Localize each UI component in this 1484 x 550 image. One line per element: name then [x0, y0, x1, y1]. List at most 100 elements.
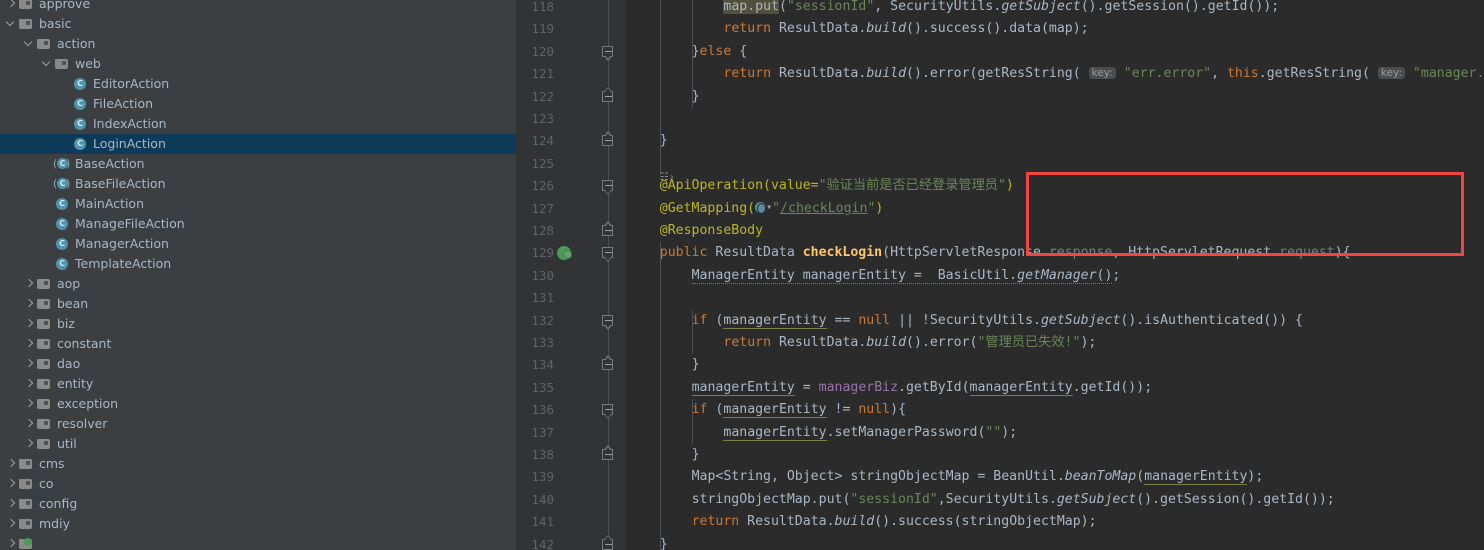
- chevron-right-icon[interactable]: [4, 514, 18, 534]
- code-fold-toggle[interactable]: [602, 247, 615, 260]
- ide-window: approvebasicactionwebEditorActionFileAct…: [0, 0, 1484, 550]
- tree-item-co[interactable]: co: [0, 474, 516, 494]
- run-method-gutter-icon[interactable]: [556, 242, 572, 264]
- chevron-right-icon[interactable]: [4, 0, 18, 14]
- chevron-right-icon[interactable]: [4, 474, 18, 494]
- tree-item-util[interactable]: util: [0, 434, 516, 454]
- line-number: 137: [516, 422, 554, 444]
- tree-item-entity[interactable]: entity: [0, 374, 516, 394]
- tree-item-manageraction[interactable]: ManagerAction: [0, 234, 516, 254]
- chevron-right-icon[interactable]: [22, 434, 36, 454]
- abstract-paren-left: (: [53, 157, 57, 170]
- code-fold-toggle[interactable]: [602, 46, 615, 59]
- editor-gutter[interactable]: 1181191201211221231241251261271281291301…: [516, 0, 626, 550]
- chevron-down-icon[interactable]: [22, 34, 36, 54]
- tree-arrow-spacer: [58, 94, 72, 114]
- tree-item-label: bean: [57, 294, 88, 314]
- code-line-137: managerEntity.setManagerPassword("");: [723, 422, 1017, 444]
- java-class-icon: [54, 234, 70, 254]
- tree-item-templateaction[interactable]: TemplateAction: [0, 254, 516, 274]
- tree-item-aop[interactable]: aop: [0, 274, 516, 294]
- tree-arrow-spacer: [40, 174, 54, 194]
- folder-icon: [18, 474, 34, 494]
- code-fold-toggle[interactable]: [602, 91, 615, 104]
- code-line-126-apioperation: @ApiOperation(value="验证当前是否已经登录管理员"): [660, 175, 1014, 197]
- chevron-down-icon[interactable]: [40, 54, 54, 74]
- code-fold-toggle[interactable]: [602, 315, 615, 328]
- folder-icon: [18, 454, 34, 474]
- tree-item-approve[interactable]: approve: [0, 0, 516, 14]
- code-text-area[interactable]: map.put("sessionId", SecurityUtils.getSu…: [626, 0, 1484, 550]
- tree-item-label: entity: [57, 374, 93, 394]
- tree-item-basic[interactable]: basic: [0, 14, 516, 34]
- chevron-right-icon[interactable]: [4, 494, 18, 514]
- line-number: 140: [516, 489, 554, 511]
- tree-item-action[interactable]: action: [0, 34, 516, 54]
- tree-item-biz[interactable]: biz: [0, 314, 516, 334]
- chevron-right-icon[interactable]: [22, 414, 36, 434]
- chevron-right-icon[interactable]: [22, 374, 36, 394]
- folder-icon: [36, 434, 52, 454]
- chevron-right-icon[interactable]: [22, 334, 36, 354]
- line-number: 132: [516, 310, 554, 332]
- chevron-right-icon[interactable]: [22, 274, 36, 294]
- code-fold-toggle[interactable]: [602, 359, 615, 372]
- tree-item-partial[interactable]: [0, 534, 516, 550]
- tree-item-label: resolver: [57, 414, 107, 434]
- tree-item-loginaction[interactable]: LoginAction: [0, 134, 516, 154]
- web-endpoint-icon[interactable]: [755, 202, 766, 213]
- tree-item-editoraction[interactable]: EditorAction: [0, 74, 516, 94]
- tree-item-exception[interactable]: exception: [0, 394, 516, 414]
- line-number: 124: [516, 130, 554, 152]
- code-line-119: return ResultData.build().success().data…: [723, 18, 1088, 40]
- java-class-icon: [72, 74, 88, 94]
- code-fold-toggle[interactable]: [602, 135, 615, 148]
- tree-item-label: util: [57, 434, 77, 454]
- code-line-132: if (managerEntity == null || !SecurityUt…: [692, 310, 1303, 332]
- code-fold-toggle[interactable]: [602, 539, 615, 550]
- fold-arrow-tip: [604, 445, 612, 450]
- tree-item-baseaction[interactable]: ()BaseAction: [0, 154, 516, 174]
- chevron-right-icon[interactable]: [22, 354, 36, 374]
- folder-icon: [18, 494, 34, 514]
- tree-item-mdiy[interactable]: mdiy: [0, 514, 516, 534]
- code-line-124: }: [660, 130, 668, 152]
- code-fold-toggle[interactable]: [602, 225, 615, 238]
- tree-item-bean[interactable]: bean: [0, 294, 516, 314]
- tree-item-fileaction[interactable]: FileAction: [0, 94, 516, 114]
- folder-icon: [54, 54, 70, 74]
- tree-item-resolver[interactable]: resolver: [0, 414, 516, 434]
- tree-arrow-spacer: [40, 234, 54, 254]
- chevron-right-icon[interactable]: [4, 534, 18, 550]
- line-number: 134: [516, 354, 554, 376]
- chevron-right-icon[interactable]: [22, 294, 36, 314]
- tree-item-dao[interactable]: dao: [0, 354, 516, 374]
- chevron-right-icon[interactable]: [4, 454, 18, 474]
- fold-arrow-tip: [604, 257, 612, 262]
- tree-item-label: mdiy: [39, 514, 70, 534]
- tree-item-basefileaction[interactable]: ()BaseFileAction: [0, 174, 516, 194]
- tree-item-label: exception: [57, 394, 118, 414]
- tree-item-web[interactable]: web: [0, 54, 516, 74]
- chevron-down-icon[interactable]: [4, 14, 18, 34]
- tree-item-constant[interactable]: constant: [0, 334, 516, 354]
- java-class-icon: [72, 134, 88, 154]
- code-line-128-responsebody: @ResponseBody: [660, 220, 763, 242]
- line-number: 128: [516, 220, 554, 242]
- project-tree-panel[interactable]: approvebasicactionwebEditorActionFileAct…: [0, 0, 516, 550]
- tree-item-indexaction[interactable]: IndexAction: [0, 114, 516, 134]
- tree-item-config[interactable]: config: [0, 494, 516, 514]
- chevron-right-icon[interactable]: [22, 394, 36, 414]
- tree-item-mainaction[interactable]: MainAction: [0, 194, 516, 214]
- code-fold-toggle[interactable]: [602, 180, 615, 193]
- line-number: 138: [516, 444, 554, 466]
- tree-item-cms[interactable]: cms: [0, 454, 516, 474]
- line-number: 119: [516, 18, 554, 40]
- tree-item-label: ManageFileAction: [75, 214, 185, 234]
- code-editor[interactable]: 1181191201211221231241251261271281291301…: [516, 0, 1484, 550]
- tree-item-managefileaction[interactable]: ManageFileAction: [0, 214, 516, 234]
- tree-arrow-spacer: [40, 214, 54, 234]
- chevron-right-icon[interactable]: [22, 314, 36, 334]
- code-fold-toggle[interactable]: [602, 404, 615, 417]
- code-fold-toggle[interactable]: [602, 449, 615, 462]
